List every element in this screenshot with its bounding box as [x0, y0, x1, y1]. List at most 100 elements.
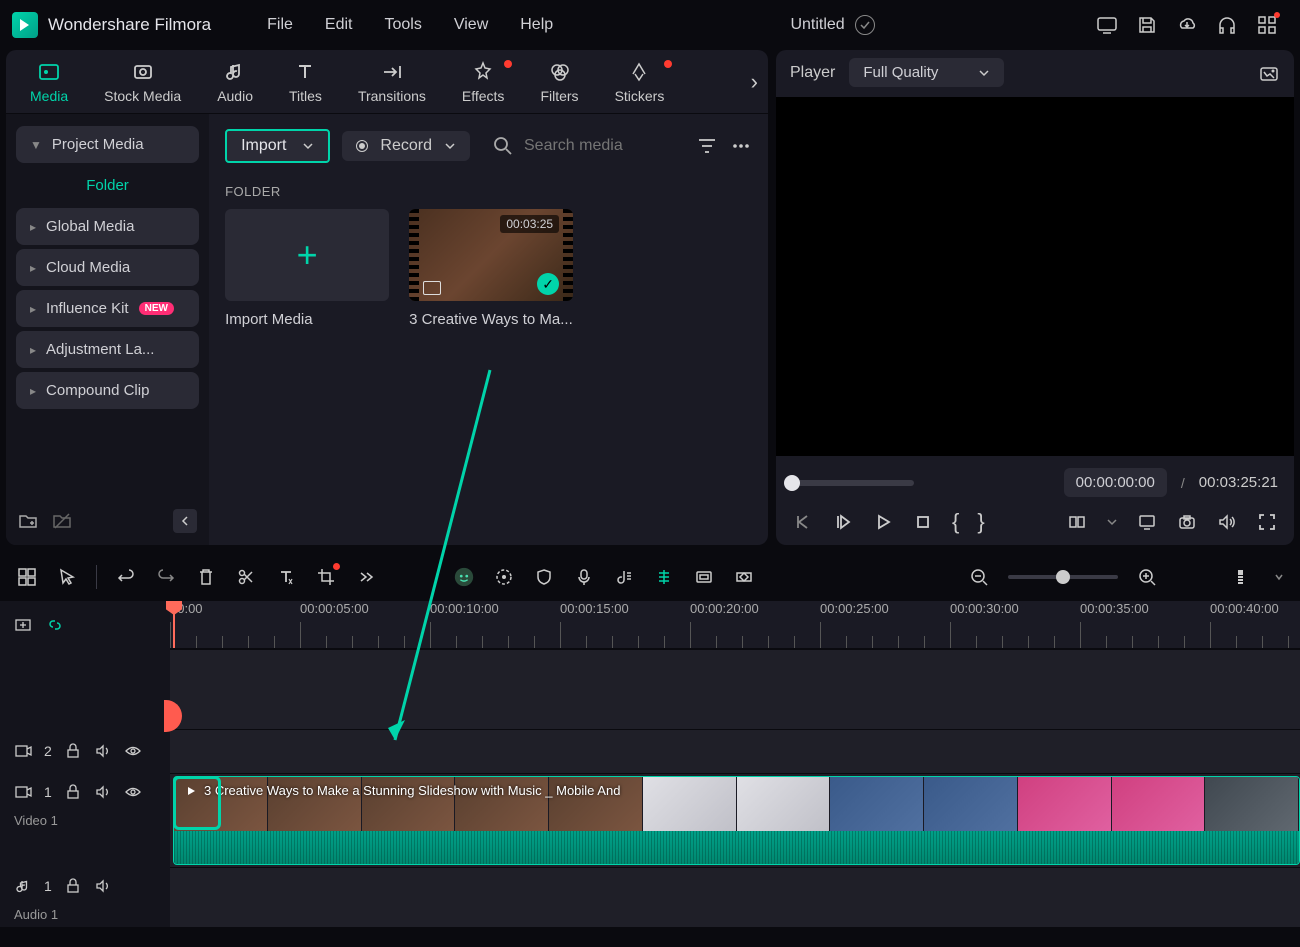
play-icon[interactable] [872, 511, 894, 533]
preview-viewport[interactable] [776, 97, 1294, 456]
text-icon[interactable] [275, 566, 297, 588]
zoom-in-icon[interactable] [1136, 566, 1158, 588]
sidebar-collapse-button[interactable] [173, 509, 197, 533]
stickers-notification-dot [664, 60, 672, 68]
desktop-icon[interactable] [1096, 14, 1118, 36]
sidebar-project-media[interactable]: ▼ Project Media [16, 126, 199, 163]
mute-icon[interactable] [94, 783, 112, 801]
new-folder-icon[interactable] [18, 511, 38, 531]
duration-badge: 00:03:25 [500, 215, 559, 233]
track-audio1[interactable] [170, 867, 1300, 927]
sync-status-icon[interactable] [855, 15, 875, 35]
delete-icon[interactable] [195, 566, 217, 588]
zoom-thumb[interactable] [1056, 570, 1070, 584]
sidebar-influence-kit[interactable]: ▸ Influence Kit NEW [16, 290, 199, 327]
stop-icon[interactable] [912, 511, 934, 533]
playhead-handle[interactable] [164, 700, 182, 732]
tab-effects[interactable]: Effects [444, 54, 523, 110]
apps-grid-icon[interactable] [1256, 14, 1278, 36]
tab-filters[interactable]: Filters [522, 54, 596, 110]
tab-titles[interactable]: Titles [271, 54, 340, 110]
marker-icon[interactable] [653, 566, 675, 588]
step-forward-icon[interactable] [832, 511, 854, 533]
import-button[interactable]: Import [225, 129, 330, 163]
tab-stock-media[interactable]: Stock Media [86, 54, 199, 110]
view-mode-icon[interactable] [1234, 566, 1256, 588]
import-media-card[interactable]: + Import Media [225, 209, 389, 328]
snapshot-icon[interactable] [1258, 62, 1280, 84]
zoom-out-icon[interactable] [968, 566, 990, 588]
track-empty[interactable] [170, 649, 1300, 729]
visibility-icon[interactable] [124, 783, 142, 801]
shield-icon[interactable] [533, 566, 555, 588]
quality-dropdown[interactable]: Full Quality [849, 58, 1004, 87]
timeline-clip[interactable]: 3 Creative Ways to Make a Stunning Slide… [173, 776, 1300, 865]
menu-help[interactable]: Help [504, 10, 569, 40]
menu-edit[interactable]: Edit [309, 10, 369, 40]
mute-icon[interactable] [94, 877, 112, 895]
split-icon[interactable] [235, 566, 257, 588]
playhead[interactable] [173, 601, 175, 648]
layout-icon[interactable] [16, 566, 38, 588]
link-icon[interactable] [46, 616, 64, 634]
mic-icon[interactable] [573, 566, 595, 588]
timeline-ruler[interactable]: 00:00 00:00:05:00 00:00:10:00 00:00:15:0… [170, 601, 1300, 649]
tab-audio[interactable]: Audio [199, 54, 271, 110]
folder-off-icon[interactable] [52, 511, 72, 531]
display-icon[interactable] [1136, 511, 1158, 533]
tabs-scroll-right-icon[interactable]: › [751, 69, 758, 95]
search-input[interactable] [524, 137, 674, 155]
camera-icon[interactable] [1176, 511, 1198, 533]
mark-in-icon[interactable]: { [952, 509, 959, 535]
scrubber-thumb[interactable] [784, 475, 800, 491]
fullscreen-icon[interactable] [1256, 511, 1278, 533]
menu-tools[interactable]: Tools [369, 10, 438, 40]
chevron-down-icon[interactable] [1106, 516, 1118, 528]
tab-media[interactable]: Media [12, 54, 86, 110]
color-icon[interactable] [493, 566, 515, 588]
crop-icon[interactable] [315, 566, 337, 588]
menu-view[interactable]: View [438, 10, 504, 40]
save-icon[interactable] [1136, 14, 1158, 36]
sidebar-cloud-media[interactable]: ▸ Cloud Media [16, 249, 199, 286]
lock-icon[interactable] [64, 742, 82, 760]
cursor-icon[interactable] [56, 566, 78, 588]
sidebar-compound-clip[interactable]: ▸ Compound Clip [16, 372, 199, 409]
visibility-icon[interactable] [124, 742, 142, 760]
headphones-icon[interactable] [1216, 14, 1238, 36]
chevron-down-icon[interactable] [1274, 572, 1284, 582]
media-item-video[interactable]: 00:03:25 ✓ 3 Creative Ways to Ma... [409, 209, 573, 328]
more-tools-icon[interactable] [355, 566, 377, 588]
mute-icon[interactable] [94, 742, 112, 760]
lock-icon[interactable] [64, 877, 82, 895]
compare-icon[interactable] [1066, 511, 1088, 533]
record-button[interactable]: Record [342, 131, 470, 161]
volume-icon[interactable] [1216, 511, 1238, 533]
playback-scrubber[interactable] [792, 480, 914, 486]
track-video1[interactable]: 3 Creative Ways to Make a Stunning Slide… [170, 773, 1300, 867]
sidebar-global-media[interactable]: ▸ Global Media [16, 208, 199, 245]
tab-stickers[interactable]: Stickers [597, 54, 683, 110]
more-icon[interactable] [730, 135, 752, 157]
render-icon[interactable] [693, 566, 715, 588]
sidebar-adjustment-layer[interactable]: ▸ Adjustment La... [16, 331, 199, 368]
menu-file[interactable]: File [251, 10, 309, 40]
lock-icon[interactable] [64, 783, 82, 801]
mark-out-icon[interactable]: } [977, 509, 984, 535]
tab-transitions[interactable]: Transitions [340, 54, 444, 110]
cloud-icon[interactable] [1176, 14, 1198, 36]
search-icon[interactable] [492, 135, 514, 157]
audio-mix-icon[interactable] [613, 566, 635, 588]
filter-icon[interactable] [696, 135, 718, 157]
ai-icon[interactable] [453, 566, 475, 588]
zoom-slider[interactable] [1008, 575, 1118, 579]
track-video2[interactable] [170, 729, 1300, 773]
undo-icon[interactable] [115, 566, 137, 588]
sidebar-folder[interactable]: Folder [16, 167, 199, 204]
add-track-icon[interactable] [14, 616, 32, 634]
ruler-tick: 00:00:35:00 [1080, 601, 1149, 616]
keyframe-icon[interactable] [733, 566, 755, 588]
current-time[interactable]: 00:00:00:00 [1064, 468, 1167, 497]
redo-icon[interactable] [155, 566, 177, 588]
prev-frame-icon[interactable] [792, 511, 814, 533]
